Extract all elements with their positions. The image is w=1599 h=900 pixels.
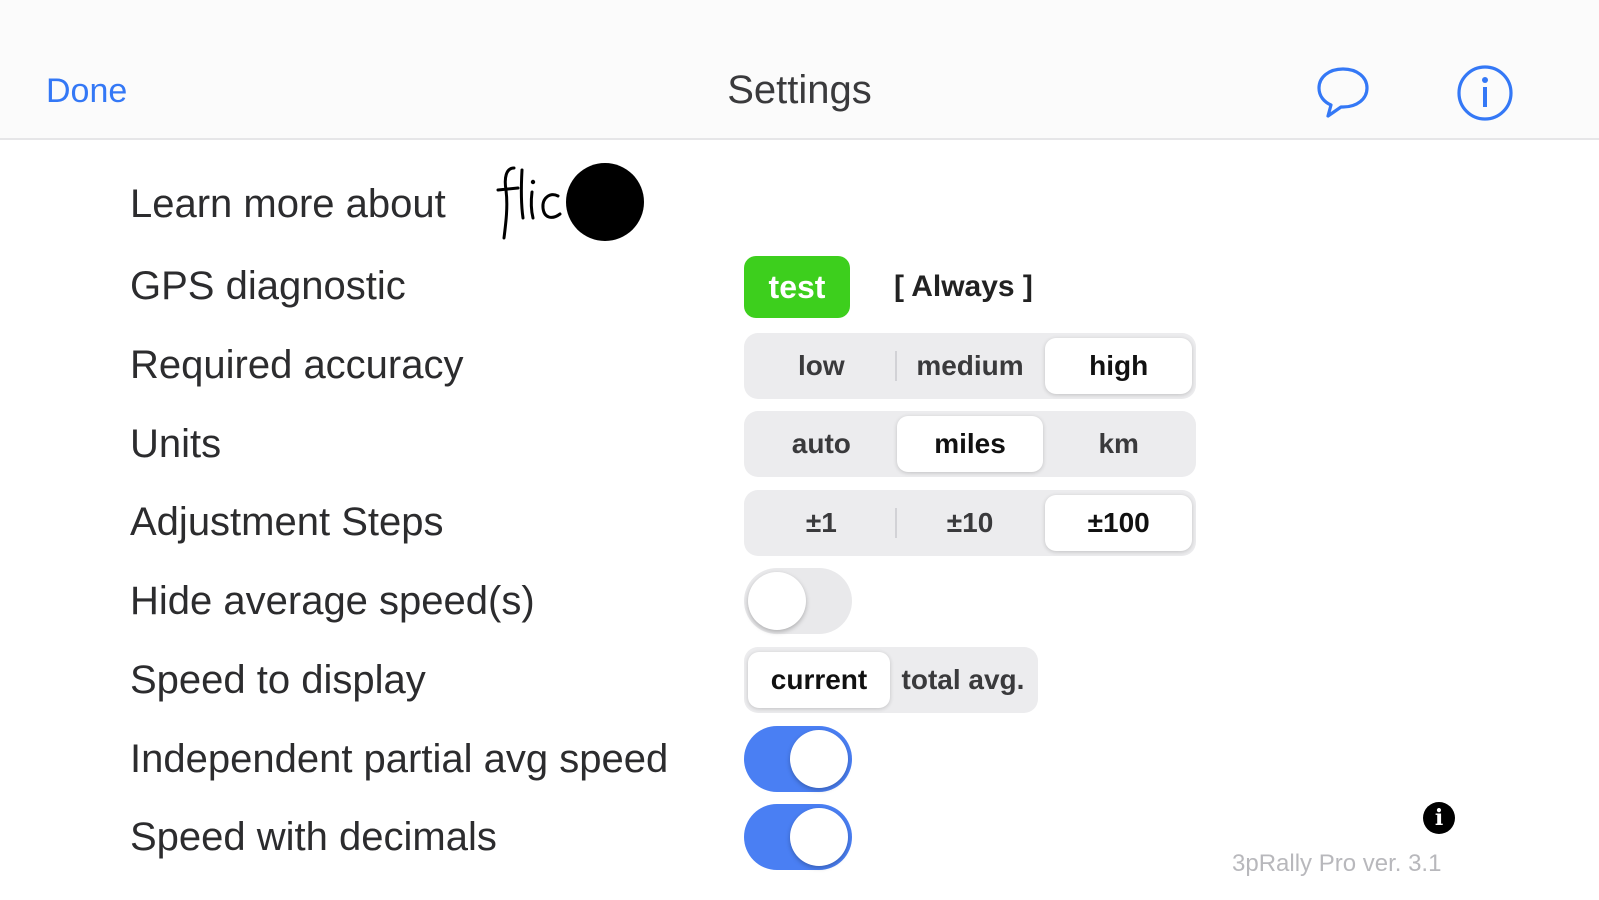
toggle-knob [790,808,848,866]
speed-option-current[interactable]: current [748,652,890,708]
steps-option-10[interactable]: ±10 [897,495,1044,551]
independent-partial-toggle[interactable] [744,726,852,792]
flic-logo[interactable] [496,160,648,249]
toggle-knob [790,730,848,788]
units-label: Units [130,422,222,466]
units-option-auto[interactable]: auto [748,416,895,472]
steps-option-1[interactable]: ±1 [748,495,895,551]
accuracy-option-high[interactable]: high [1045,338,1193,394]
gps-test-button[interactable]: test [744,256,850,318]
accuracy-option-low[interactable]: low [748,338,895,394]
hide-average-speed-label: Hide average speed(s) [130,579,535,623]
info-icon[interactable]: i [1423,802,1455,834]
independent-partial-label: Independent partial avg speed [130,737,669,781]
units-option-km[interactable]: km [1045,416,1192,472]
units-option-miles[interactable]: miles [896,416,1044,472]
info-circle-icon[interactable] [1456,64,1514,127]
chat-bubble-icon[interactable] [1316,64,1370,125]
speed-to-display-label: Speed to display [130,658,426,702]
speed-decimals-toggle[interactable] [744,804,852,870]
adjustment-steps-label: Adjustment Steps [130,500,444,544]
gps-status-text: [ Always ] [894,270,1033,303]
units-segmented-control: auto miles km [744,411,1196,477]
hide-average-speed-toggle[interactable] [744,568,852,634]
accuracy-option-medium[interactable]: medium [897,338,1044,394]
steps-option-100[interactable]: ±100 [1045,495,1193,551]
gps-diagnostic-label: GPS diagnostic [130,264,406,308]
speed-decimals-label: Speed with decimals [130,815,497,859]
toggle-knob [748,572,806,630]
steps-segmented-control: ±1 ±10 ±100 [744,490,1196,556]
required-accuracy-label: Required accuracy [130,343,464,387]
version-text: 3pRally Pro ver. 3.1 [1232,850,1442,877]
accuracy-segmented-control: low medium high [744,333,1196,399]
learn-more-label: Learn more about [130,182,446,226]
speed-display-segmented-control: current total avg. [744,647,1038,713]
speed-option-total-avg[interactable]: total avg. [892,652,1034,708]
navigation-bar: Done Settings [0,0,1599,140]
